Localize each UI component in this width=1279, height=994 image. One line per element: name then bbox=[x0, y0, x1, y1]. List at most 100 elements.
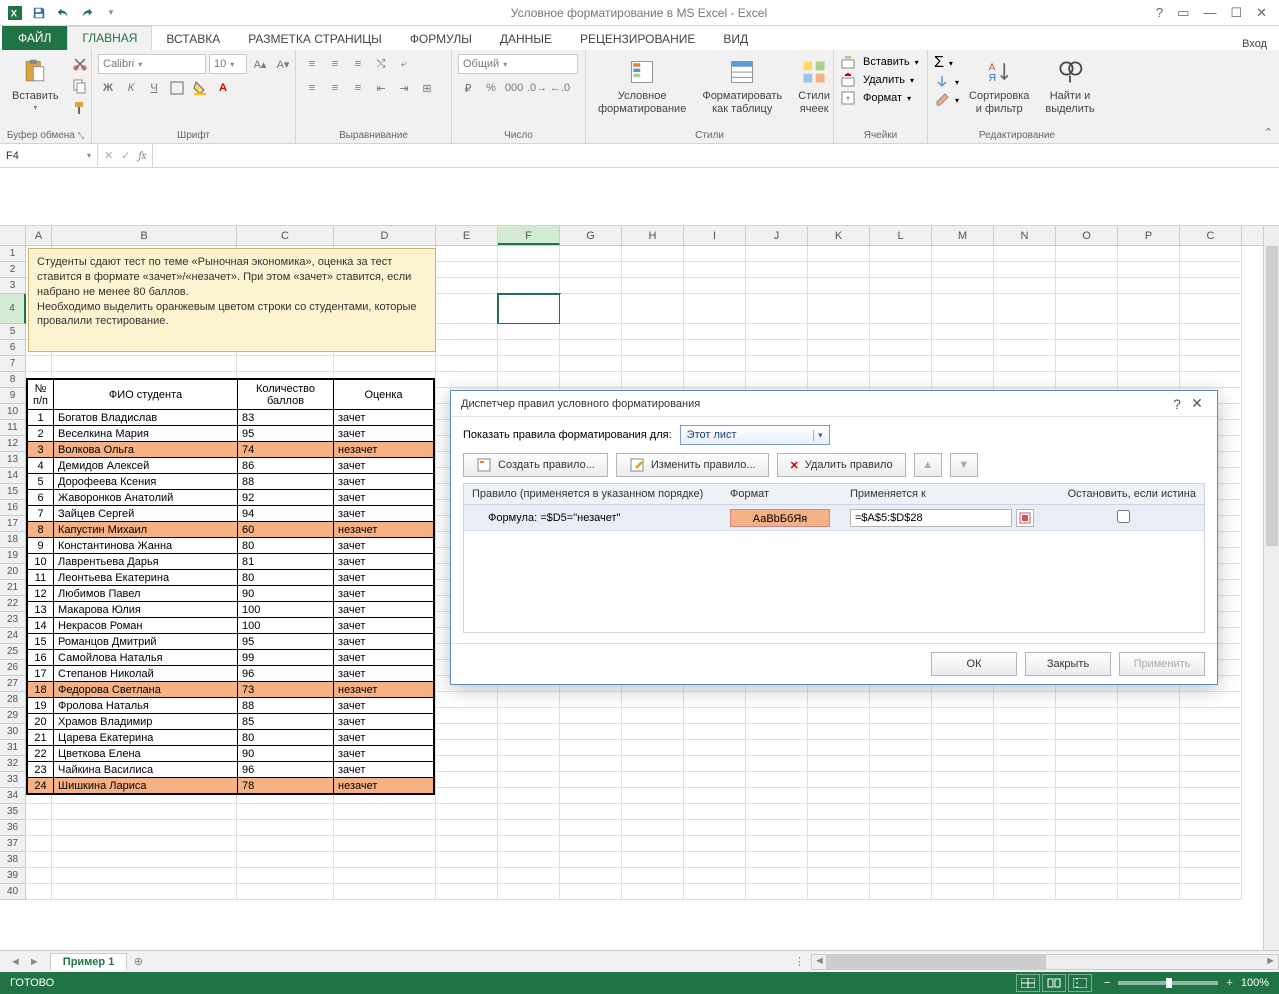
cell[interactable] bbox=[684, 692, 746, 708]
horizontal-scrollbar[interactable]: ◄ ► bbox=[811, 954, 1279, 970]
row-header[interactable]: 24 bbox=[0, 628, 26, 644]
cell[interactable] bbox=[436, 836, 498, 852]
row-header[interactable]: 14 bbox=[0, 468, 26, 484]
align-left-icon[interactable]: ≡ bbox=[302, 78, 322, 98]
column-header[interactable]: O bbox=[1056, 226, 1118, 245]
cell[interactable] bbox=[746, 740, 808, 756]
cell[interactable] bbox=[498, 772, 560, 788]
column-header[interactable]: H bbox=[622, 226, 684, 245]
cell[interactable] bbox=[1056, 692, 1118, 708]
cell[interactable] bbox=[1056, 788, 1118, 804]
cell[interactable] bbox=[622, 788, 684, 804]
minimize-icon[interactable]: — bbox=[1203, 5, 1216, 20]
cell[interactable] bbox=[746, 246, 808, 262]
cell[interactable] bbox=[808, 804, 870, 820]
cell[interactable] bbox=[52, 820, 237, 836]
table-row[interactable]: 11Леонтьева Екатерина80зачет bbox=[28, 570, 434, 586]
cell[interactable] bbox=[932, 740, 994, 756]
row-header[interactable]: 15 bbox=[0, 484, 26, 500]
cell[interactable] bbox=[746, 294, 808, 324]
row-header[interactable]: 40 bbox=[0, 884, 26, 900]
cell[interactable] bbox=[684, 852, 746, 868]
cell[interactable] bbox=[436, 262, 498, 278]
table-row[interactable]: 5Дорофеева Ксения88зачет bbox=[28, 474, 434, 490]
cell[interactable] bbox=[622, 724, 684, 740]
row-header[interactable]: 2 bbox=[0, 262, 26, 278]
cell[interactable] bbox=[560, 756, 622, 772]
cell[interactable] bbox=[1180, 246, 1242, 262]
cell[interactable] bbox=[26, 884, 52, 900]
cell[interactable] bbox=[560, 740, 622, 756]
row-header[interactable]: 8 bbox=[0, 372, 26, 388]
cell[interactable] bbox=[1056, 740, 1118, 756]
dialog-close-icon[interactable]: ✕ bbox=[1187, 395, 1207, 412]
comma-icon[interactable]: 000 bbox=[504, 78, 524, 98]
shrink-font-icon[interactable]: A▾ bbox=[273, 54, 293, 74]
cell[interactable] bbox=[1118, 884, 1180, 900]
table-row[interactable]: 17Степанов Николай96зачет bbox=[28, 666, 434, 682]
cell[interactable] bbox=[994, 756, 1056, 772]
cell[interactable] bbox=[994, 836, 1056, 852]
column-header[interactable]: C bbox=[237, 226, 334, 245]
cell[interactable] bbox=[746, 820, 808, 836]
cell[interactable] bbox=[746, 324, 808, 340]
cell[interactable] bbox=[994, 262, 1056, 278]
cell[interactable] bbox=[932, 324, 994, 340]
cell[interactable] bbox=[1180, 340, 1242, 356]
cell[interactable] bbox=[1180, 324, 1242, 340]
cell[interactable] bbox=[1056, 836, 1118, 852]
cell[interactable] bbox=[808, 692, 870, 708]
cell[interactable] bbox=[436, 724, 498, 740]
cell[interactable] bbox=[994, 340, 1056, 356]
cell[interactable] bbox=[684, 804, 746, 820]
row-header[interactable]: 28 bbox=[0, 692, 26, 708]
sheet-nav-prev-icon[interactable]: ◄ bbox=[10, 956, 21, 968]
cell[interactable] bbox=[560, 708, 622, 724]
row-header[interactable]: 9 bbox=[0, 388, 26, 404]
cell[interactable] bbox=[498, 262, 560, 278]
cell[interactable] bbox=[684, 820, 746, 836]
cell[interactable] bbox=[994, 740, 1056, 756]
row-header[interactable]: 32 bbox=[0, 756, 26, 772]
cell[interactable] bbox=[808, 246, 870, 262]
cell[interactable] bbox=[334, 884, 436, 900]
font-family-combo[interactable]: Calibri▾ bbox=[98, 54, 206, 74]
cell[interactable] bbox=[498, 852, 560, 868]
cell[interactable] bbox=[1118, 772, 1180, 788]
row-header[interactable]: 6 bbox=[0, 340, 26, 356]
cell[interactable] bbox=[932, 724, 994, 740]
close-button[interactable]: Закрыть bbox=[1025, 652, 1111, 676]
table-row[interactable]: 24Шишкина Лариса78незачет bbox=[28, 778, 434, 794]
column-header[interactable]: L bbox=[870, 226, 932, 245]
name-box[interactable]: F4▾ bbox=[0, 144, 98, 167]
cell[interactable] bbox=[1056, 246, 1118, 262]
cell[interactable] bbox=[684, 372, 746, 388]
cell[interactable] bbox=[560, 884, 622, 900]
scrollbar-thumb[interactable] bbox=[826, 955, 1046, 969]
cell[interactable] bbox=[560, 262, 622, 278]
cell[interactable] bbox=[498, 868, 560, 884]
cell[interactable] bbox=[994, 324, 1056, 340]
row-header[interactable]: 7 bbox=[0, 356, 26, 372]
cell[interactable] bbox=[498, 324, 560, 340]
cell[interactable] bbox=[436, 772, 498, 788]
row-header[interactable]: 30 bbox=[0, 724, 26, 740]
cell-styles-button[interactable]: Стили ячеек bbox=[792, 54, 836, 118]
row-header[interactable]: 3 bbox=[0, 278, 26, 294]
cell[interactable] bbox=[808, 724, 870, 740]
cell[interactable] bbox=[870, 740, 932, 756]
cell[interactable] bbox=[436, 372, 498, 388]
cell[interactable] bbox=[870, 692, 932, 708]
cell[interactable] bbox=[1180, 804, 1242, 820]
row-header[interactable]: 11 bbox=[0, 420, 26, 436]
tab-split-handle[interactable]: ⋮ bbox=[788, 955, 811, 968]
cell[interactable] bbox=[1118, 724, 1180, 740]
cell[interactable] bbox=[436, 692, 498, 708]
cell[interactable] bbox=[1056, 278, 1118, 294]
cell[interactable] bbox=[622, 804, 684, 820]
cell[interactable] bbox=[684, 340, 746, 356]
row-header[interactable]: 16 bbox=[0, 500, 26, 516]
conditional-formatting-button[interactable]: Условное форматирование bbox=[592, 54, 692, 118]
column-header[interactable]: I bbox=[684, 226, 746, 245]
tab-review[interactable]: РЕЦЕНЗИРОВАНИЕ bbox=[566, 28, 709, 50]
